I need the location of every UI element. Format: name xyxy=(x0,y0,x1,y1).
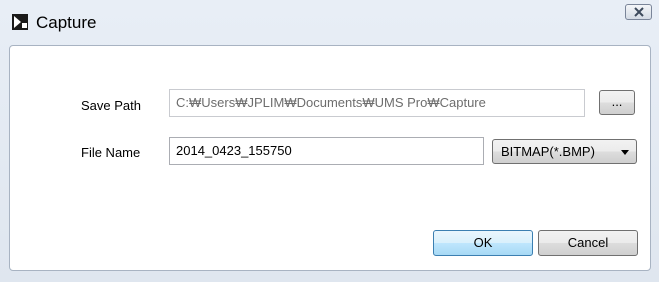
close-button[interactable] xyxy=(625,4,652,20)
chevron-down-icon xyxy=(621,150,629,155)
content-panel: Save Path C:₩Users₩JPLIM₩Documents₩UMS P… xyxy=(9,45,651,271)
capture-app-icon xyxy=(12,14,28,30)
save-path-label: Save Path xyxy=(81,98,141,113)
cancel-button[interactable]: Cancel xyxy=(538,230,638,256)
ok-button[interactable]: OK xyxy=(433,230,533,256)
format-dropdown[interactable]: BITMAP(*.BMP) xyxy=(492,139,637,164)
file-name-field[interactable]: 2014_0423_155750 xyxy=(169,137,484,165)
title-bar[interactable]: Capture xyxy=(0,0,659,44)
window-title: Capture xyxy=(36,13,97,32)
close-icon xyxy=(634,7,644,17)
browse-button[interactable]: ... xyxy=(599,90,635,115)
file-name-label: File Name xyxy=(81,145,141,160)
format-dropdown-value: BITMAP(*.BMP) xyxy=(501,144,595,159)
save-path-field[interactable]: C:₩Users₩JPLIM₩Documents₩UMS Pro₩Capture xyxy=(169,89,585,117)
capture-dialog: Capture Save Path C:₩Users₩JPLIM₩Documen… xyxy=(0,0,659,282)
